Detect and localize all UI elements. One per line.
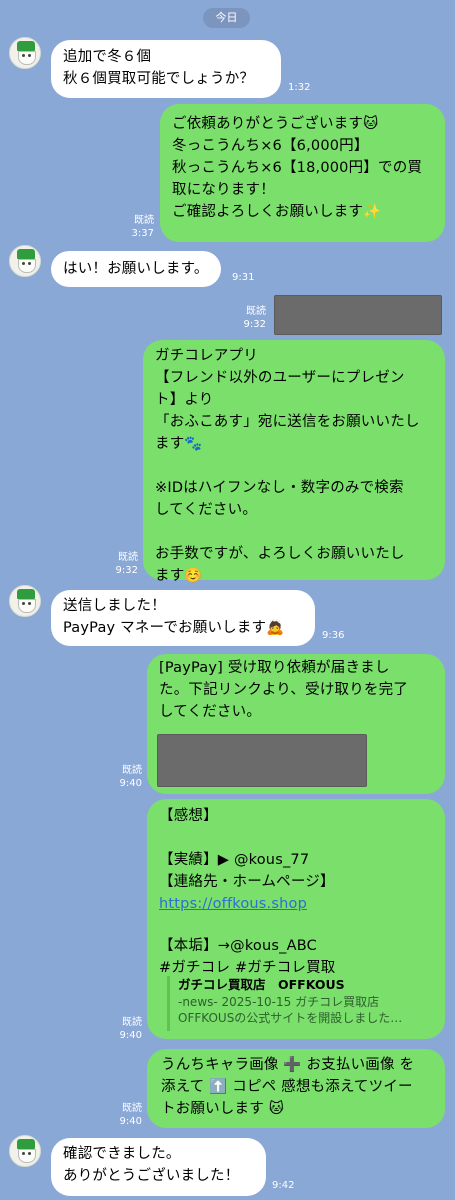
message-bubble-incoming[interactable]: はい！お願いします。 [51,251,221,287]
message-time: 9:36 [322,630,345,641]
message-bubble-outgoing[interactable]: うんちキャラ画像 ➕ お支払い画像 を 添えて ⬆️ コピペ 感想も添えてツイー… [147,1049,445,1128]
message-time: 1:32 [288,82,311,93]
redacted-image-message[interactable] [274,295,442,335]
message-time: 9:32 [243,319,266,330]
contact-avatar[interactable] [9,1135,41,1167]
message-time: 9:42 [272,1180,295,1191]
read-receipt: 既読 [122,765,142,776]
contact-avatar[interactable] [9,245,41,277]
message-time: 9:32 [115,565,138,576]
homepage-link[interactable]: https://offkous.shop [159,893,307,915]
chat-thread[interactable]: 今日 追加で冬６個 秋６個買取可能でしょうか？ 1:32 既読 3:37 ご依頼… [0,0,455,1200]
impression-header: 【感想】 [159,808,218,824]
link-preview[interactable]: ガチコレ買取店 OFFKOUS -news- 2025-10-15 ガチコレ買取… [167,976,431,1031]
contact-header: 【連絡先・ホームページ】 [159,874,335,890]
main-account-line: 【本垢】→@kous_ABC [159,938,317,954]
message-bubble-outgoing[interactable]: ガチコレアプリ 【フレンド以外のユーザーにプレゼン ト】より 「おふこあす」宛に… [143,340,445,584]
message-time: 9:40 [119,1030,142,1041]
message-time: 9:31 [232,272,255,283]
read-receipt: 既読 [118,552,138,563]
read-receipt: 既読 [122,1017,142,1028]
message-time: 3:37 [131,228,154,239]
date-separator: 今日 [203,8,250,28]
achievement-line: 【実績】▶ @kous_77 [159,852,310,868]
link-preview-body: -news- 2025-10-15 ガチコレ買取店 OFFKOUSの公式サイトを… [178,995,403,1025]
message-bubble-incoming[interactable]: 追加で冬６個 秋６個買取可能でしょうか？ [51,40,281,98]
message-bubble-incoming[interactable]: 送信しました！ PayPay マネーでお願いします🙇 [51,590,315,646]
contact-avatar[interactable] [9,37,41,69]
read-receipt: 既読 [134,215,154,226]
message-time: 9:40 [119,778,142,789]
read-receipt: 既読 [246,306,266,317]
message-time: 9:40 [119,1116,142,1127]
read-receipt: 既読 [122,1103,142,1114]
message-bubble-incoming[interactable]: 確認できました。 ありがとうございました！ [51,1138,266,1196]
contact-avatar[interactable] [9,585,41,617]
redacted-link-image[interactable] [157,734,367,787]
message-bubble-outgoing[interactable]: ご依頼ありがとうございます🐱 冬っこうんち×6【6,000円】 秋っこうんち×6… [160,104,445,242]
link-preview-title: ガチコレ買取店 OFFKOUS [178,977,345,992]
